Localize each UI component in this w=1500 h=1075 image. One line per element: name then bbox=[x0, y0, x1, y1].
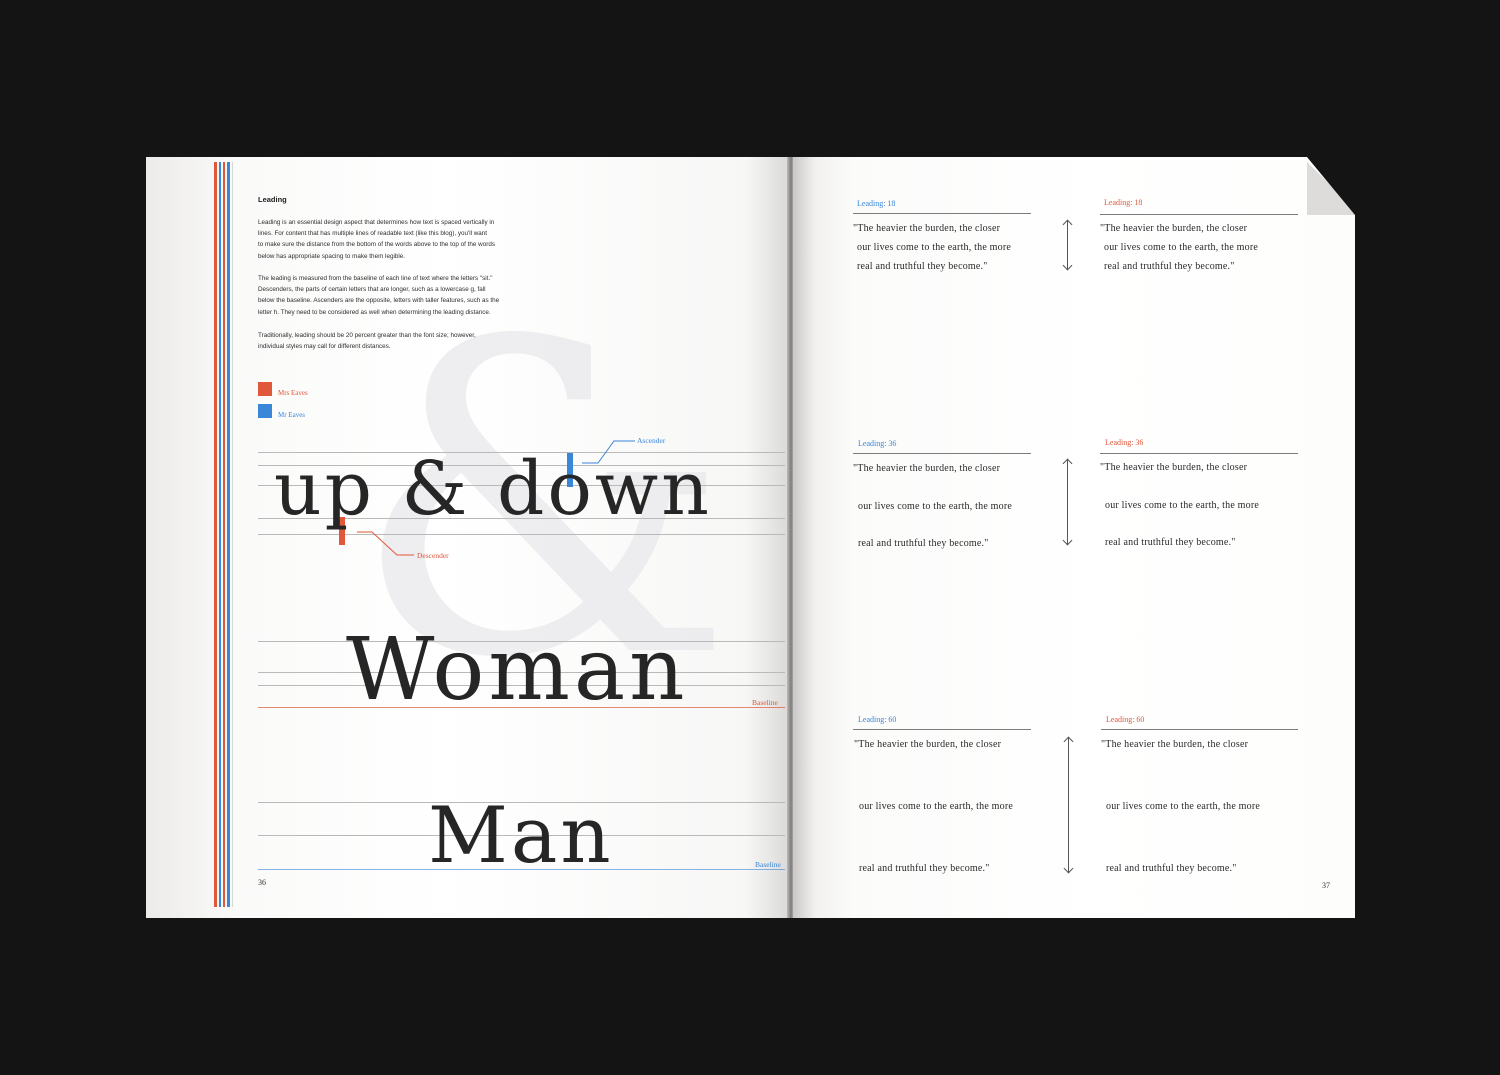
quote-line: real and truthful they become." bbox=[859, 863, 990, 874]
leading-label: Leading: 60 bbox=[1106, 715, 1145, 724]
leading-label: Leading: 36 bbox=[858, 439, 897, 448]
quote-line: "The heavier the burden, the closer bbox=[1101, 739, 1249, 750]
book-spread: & Leading Leading is an essential design… bbox=[146, 157, 1355, 918]
cell-rule bbox=[853, 213, 1031, 214]
quote-line: real and truthful they become." bbox=[857, 261, 988, 272]
cell-rule bbox=[1101, 729, 1298, 730]
cell-rule bbox=[1100, 453, 1298, 454]
page-number-left: 36 bbox=[258, 878, 266, 887]
quote-line: our lives come to the earth, the more bbox=[1104, 242, 1259, 253]
quote-line: our lives come to the earth, the more bbox=[1105, 500, 1260, 511]
quote-line: real and truthful they become." bbox=[858, 538, 989, 549]
ascender-callout: Ascender bbox=[637, 436, 666, 445]
right-page: Leading: 18 "The heavier the burden, the… bbox=[793, 157, 1355, 918]
quote-line: our lives come to the earth, the more bbox=[857, 242, 1012, 253]
leading-label: Leading: 36 bbox=[1105, 438, 1144, 447]
cell-rule bbox=[853, 453, 1031, 454]
quote-line: our lives come to the earth, the more bbox=[859, 801, 1014, 812]
folded-corner-shadow bbox=[1307, 157, 1355, 215]
quote-line: "The heavier the burden, the closer bbox=[1100, 462, 1248, 473]
leading-label: Leading: 60 bbox=[858, 715, 897, 724]
double-arrow-icon bbox=[1062, 219, 1073, 271]
quote-line: "The heavier the burden, the closer bbox=[1100, 223, 1248, 234]
left-page: & Leading Leading is an essential design… bbox=[146, 157, 791, 918]
quote-line: "The heavier the burden, the closer bbox=[853, 223, 1001, 234]
quote-line: real and truthful they become." bbox=[1106, 863, 1237, 874]
page-number-right: 37 bbox=[1322, 881, 1330, 890]
double-arrow-icon bbox=[1062, 458, 1073, 546]
descender-leader bbox=[357, 531, 414, 556]
leading-label: Leading: 18 bbox=[1104, 198, 1143, 207]
baseline-label-blue: Baseline bbox=[755, 860, 781, 869]
double-arrow-icon bbox=[1063, 736, 1074, 874]
callout-leaders bbox=[357, 440, 635, 556]
quote-line: our lives come to the earth, the more bbox=[858, 501, 1013, 512]
descender-callout: Descender bbox=[417, 551, 449, 560]
quote-line: "The heavier the burden, the closer bbox=[854, 739, 1002, 750]
quote-line: "The heavier the burden, the closer bbox=[853, 463, 1001, 474]
ascender-leader bbox=[582, 440, 635, 464]
cell-rule bbox=[1100, 214, 1298, 215]
cell-rule bbox=[853, 729, 1031, 730]
quote-line: real and truthful they become." bbox=[1105, 537, 1236, 548]
quote-line: real and truthful they become." bbox=[1104, 261, 1235, 272]
leading-label: Leading: 18 bbox=[857, 199, 896, 208]
quote-line: our lives come to the earth, the more bbox=[1106, 801, 1261, 812]
baseline-label-red: Baseline bbox=[752, 698, 778, 707]
